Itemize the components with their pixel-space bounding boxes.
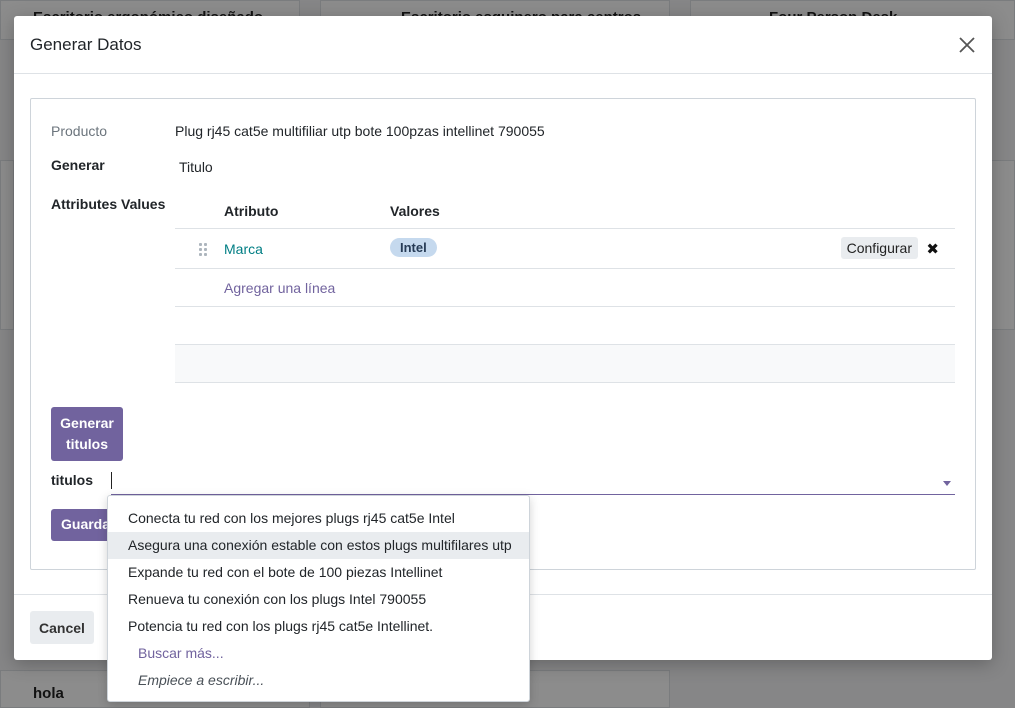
generar-titulos-label: Generar titulos bbox=[60, 415, 114, 452]
empty-row bbox=[175, 307, 955, 345]
dropdown-option[interactable]: Renueva tu conexión con los plugs Intel … bbox=[108, 586, 529, 613]
generar-titulos-button[interactable]: Generar titulos bbox=[51, 407, 123, 461]
generar-label: Generar bbox=[51, 157, 105, 173]
titulos-label: titulos bbox=[51, 472, 93, 488]
modal-title: Generar Datos bbox=[30, 34, 142, 54]
attributes-table: Atributo Valores Marca Intel Configurar … bbox=[175, 195, 955, 383]
guardar-button[interactable]: Guardar bbox=[51, 509, 111, 541]
dropdown-option[interactable]: Asegura una conexión estable con estos p… bbox=[108, 532, 529, 559]
delete-row-icon[interactable]: ✖ bbox=[926, 240, 939, 258]
drag-handle-icon[interactable] bbox=[199, 243, 207, 256]
empty-row bbox=[175, 345, 955, 383]
search-more-link[interactable]: Buscar más... bbox=[108, 640, 529, 667]
column-header-atributo[interactable]: Atributo bbox=[224, 203, 278, 219]
text-cursor bbox=[111, 472, 112, 489]
producto-label: Producto bbox=[51, 123, 108, 139]
dropdown-option[interactable]: Conecta tu red con los mejores plugs rj4… bbox=[108, 505, 529, 532]
close-icon[interactable] bbox=[956, 34, 978, 56]
column-header-valores[interactable]: Valores bbox=[390, 203, 440, 219]
titulos-select-input[interactable] bbox=[111, 469, 955, 495]
atributo-cell[interactable]: Marca bbox=[224, 241, 263, 257]
titulos-autocomplete-dropdown: Conecta tu red con los mejores plugs rj4… bbox=[107, 495, 530, 702]
valor-tag: Intel bbox=[390, 238, 437, 257]
dropdown-arrow-icon[interactable] bbox=[943, 481, 951, 486]
start-typing-hint: Empiece a escribir... bbox=[138, 672, 265, 688]
cancel-button[interactable]: Cancel bbox=[30, 611, 94, 644]
table-header: Atributo Valores bbox=[175, 195, 955, 229]
dropdown-option[interactable]: Potencia tu red con los plugs rj45 cat5e… bbox=[108, 613, 529, 640]
attributes-values-label: Attributes Values bbox=[51, 196, 166, 212]
configurar-button[interactable]: Configurar bbox=[840, 237, 918, 259]
dropdown-option[interactable]: Expande tu red con el bote de 100 piezas… bbox=[108, 559, 529, 586]
modal-header: Generar Datos bbox=[14, 16, 992, 74]
generar-value[interactable]: Titulo bbox=[179, 159, 213, 175]
add-line-link[interactable]: Agregar una línea bbox=[224, 280, 335, 296]
producto-value: Plug rj45 cat5e multifiliar utp bote 100… bbox=[175, 123, 545, 139]
table-row[interactable]: Marca Intel Configurar ✖ bbox=[175, 229, 955, 269]
add-line-row: Agregar una línea bbox=[175, 269, 955, 307]
